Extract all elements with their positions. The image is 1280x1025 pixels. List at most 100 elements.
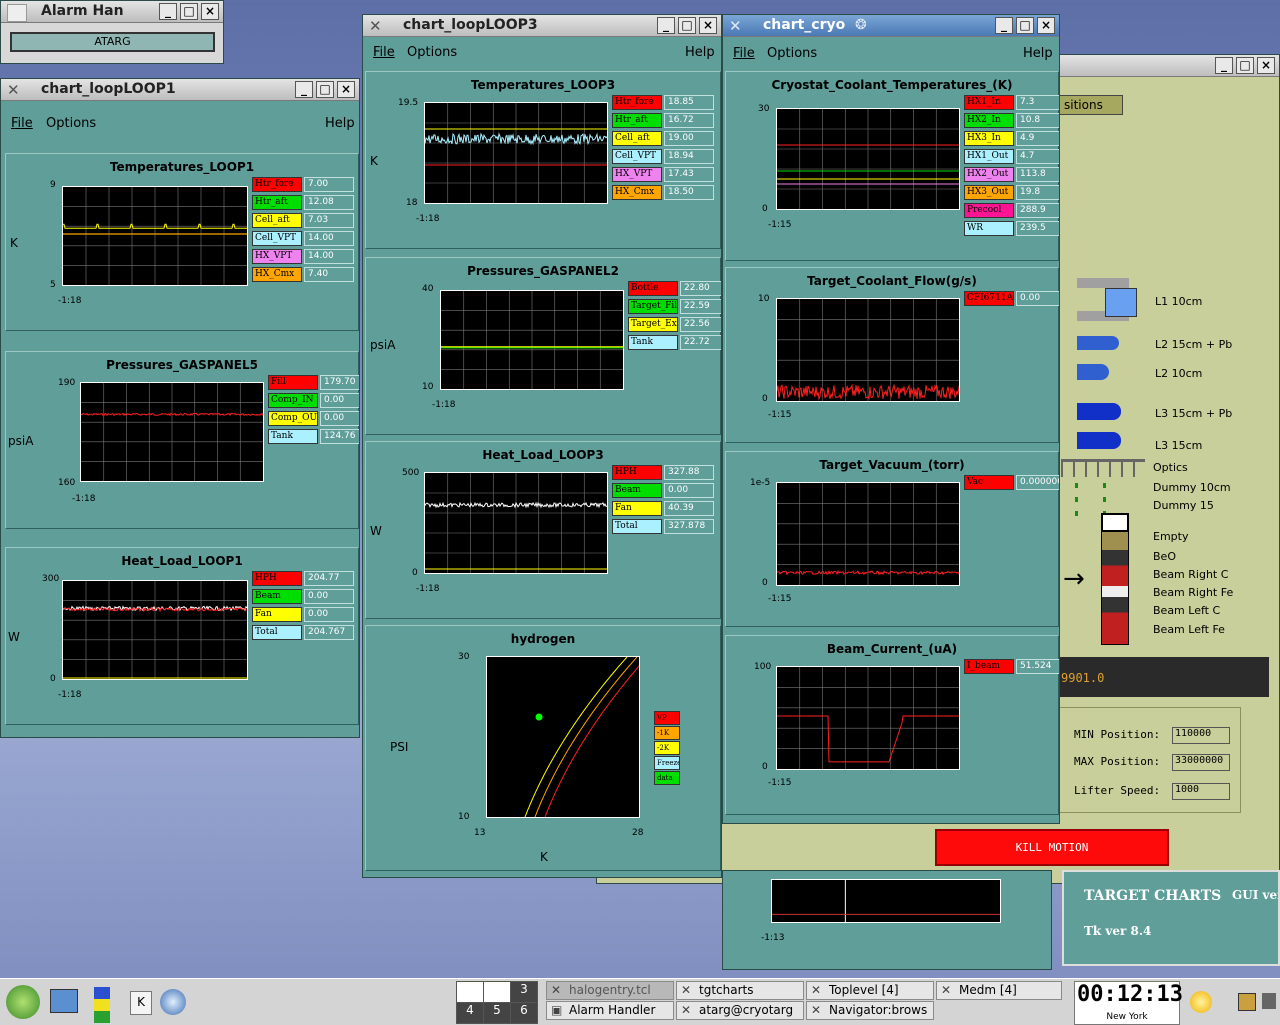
target-cell-l2-15[interactable] bbox=[1077, 336, 1119, 350]
pager-desk-3[interactable]: 3 bbox=[510, 981, 538, 1003]
legend-name[interactable]: Tank bbox=[628, 335, 678, 350]
legend-name[interactable]: Cell_aft bbox=[252, 213, 302, 228]
browser-launcher-icon[interactable] bbox=[160, 989, 186, 1015]
task-atarg-terminal[interactable]: ✕ atarg@cryotarg bbox=[676, 1001, 804, 1020]
legend-name[interactable]: Fan bbox=[252, 607, 302, 622]
legend-name[interactable]: HPH bbox=[252, 571, 302, 586]
pager-desk-6[interactable]: 6 bbox=[510, 1002, 538, 1024]
task-medm[interactable]: ✕ Medm [4] bbox=[936, 981, 1062, 1000]
menu-file[interactable]: File bbox=[733, 46, 755, 61]
legend-name[interactable]: CFI6711A bbox=[964, 291, 1014, 306]
legend-name[interactable]: HX2_In bbox=[964, 113, 1014, 128]
legend-name[interactable]: Comp_IN bbox=[268, 393, 318, 408]
menu-help[interactable]: Help bbox=[685, 45, 715, 60]
legend-name[interactable]: Htr_aft bbox=[252, 195, 302, 210]
target-cell-l3-15pb[interactable] bbox=[1077, 403, 1121, 420]
min-position-field[interactable]: 110000 bbox=[1172, 727, 1230, 744]
max-position-field[interactable]: 33000000 bbox=[1172, 754, 1230, 771]
legend-name[interactable]: HX3_In bbox=[964, 131, 1014, 146]
target-cell-l3-15[interactable] bbox=[1077, 432, 1121, 449]
legend-name[interactable]: Total bbox=[612, 519, 662, 534]
loop1-titlebar[interactable]: ✕ chart_loopLOOP1 _ □ × bbox=[1, 79, 359, 101]
task-navigator[interactable]: ✕ Navigator:brows bbox=[806, 1001, 934, 1020]
legend-name[interactable]: Htr_fore bbox=[612, 95, 662, 110]
legend-name[interactable]: HX_VPT bbox=[252, 249, 302, 264]
pager-desk-2[interactable] bbox=[483, 981, 511, 1003]
legend-name[interactable]: Precool bbox=[964, 203, 1014, 218]
menu-options[interactable]: Options bbox=[767, 46, 817, 61]
pager-desk-5[interactable]: 5 bbox=[483, 1002, 511, 1024]
legend-name[interactable]: HX_Cmx bbox=[612, 185, 662, 200]
legend-name[interactable]: -2K bbox=[654, 741, 680, 755]
legend-name[interactable]: HPH bbox=[612, 465, 662, 480]
minimize-icon[interactable]: _ bbox=[159, 3, 177, 20]
legend-name[interactable]: HX_VPT bbox=[612, 167, 662, 182]
legend-name[interactable]: Cell_VPT bbox=[252, 231, 302, 246]
close-icon[interactable]: × bbox=[337, 81, 355, 98]
maximize-icon[interactable]: □ bbox=[316, 81, 334, 98]
minimize-icon[interactable]: _ bbox=[995, 17, 1013, 34]
positions-button[interactable]: sitions bbox=[1059, 95, 1123, 115]
minimize-icon[interactable]: _ bbox=[295, 81, 313, 98]
legend-name[interactable]: Cell_VPT bbox=[612, 149, 662, 164]
atarg-button[interactable]: ATARG bbox=[10, 32, 215, 52]
menu-help[interactable]: Help bbox=[1023, 46, 1053, 61]
legend-name[interactable]: Fan bbox=[612, 501, 662, 516]
lifter-speed-field[interactable]: 1000 bbox=[1172, 783, 1230, 800]
close-icon[interactable]: × bbox=[699, 17, 717, 34]
legend-name[interactable]: Cell_aft bbox=[612, 131, 662, 146]
weather-icon[interactable] bbox=[1190, 991, 1212, 1013]
legend-name[interactable]: HX3_Out bbox=[964, 185, 1014, 200]
legend-name[interactable]: Target_Fill bbox=[628, 299, 678, 314]
pager-desk-1[interactable] bbox=[456, 981, 484, 1003]
legend-name[interactable]: Fill bbox=[268, 375, 318, 390]
maximize-icon[interactable]: □ bbox=[180, 3, 198, 20]
cryo-titlebar[interactable]: ✕ chart_cryo ❂ _ □ × bbox=[723, 15, 1059, 37]
close-icon[interactable]: × bbox=[1037, 17, 1055, 34]
legend-name[interactable]: I_beam bbox=[964, 659, 1014, 674]
maximize-icon[interactable]: □ bbox=[678, 17, 696, 34]
empty-cell[interactable] bbox=[1101, 513, 1129, 532]
target-cell-l2-10[interactable] bbox=[1077, 364, 1109, 380]
target-cell-l1[interactable] bbox=[1105, 288, 1137, 317]
menu-options[interactable]: Options bbox=[407, 45, 457, 60]
menu-help[interactable]: Help bbox=[325, 116, 355, 131]
legend-name[interactable]: Total bbox=[252, 625, 302, 640]
legend-name[interactable]: Beam bbox=[612, 483, 662, 498]
legend-name[interactable]: Freeze bbox=[654, 756, 680, 770]
close-icon[interactable]: × bbox=[201, 3, 219, 20]
loop3-titlebar[interactable]: ✕ chart_loopLOOP3 _ □ × bbox=[363, 15, 721, 37]
legend-name[interactable]: Beam bbox=[252, 589, 302, 604]
legend-name[interactable]: HX1_Out bbox=[964, 149, 1014, 164]
logout-icon[interactable] bbox=[1262, 993, 1276, 1009]
office-launcher-icon[interactable]: K bbox=[130, 991, 152, 1015]
legend-name[interactable]: WR bbox=[964, 221, 1014, 236]
menu-file[interactable]: File bbox=[373, 45, 395, 60]
legend-name[interactable]: HX1_In bbox=[964, 95, 1014, 110]
terminal-launcher-icon[interactable] bbox=[50, 989, 78, 1013]
legend-name[interactable]: Target_Exh bbox=[628, 317, 678, 332]
lock-icon[interactable] bbox=[1238, 993, 1256, 1011]
legend-name[interactable]: HX2_Out bbox=[964, 167, 1014, 182]
minimize-icon[interactable]: _ bbox=[1215, 57, 1233, 74]
minimize-icon[interactable]: _ bbox=[657, 17, 675, 34]
task-halogentry[interactable]: ✕ halogentry.tcl bbox=[546, 981, 674, 1000]
task-alarm-handler[interactable]: ▣ Alarm Handler bbox=[546, 1001, 674, 1020]
task-toplevel[interactable]: ✕ Toplevel [4] bbox=[806, 981, 934, 1000]
legend-name[interactable]: Htr_aft bbox=[612, 113, 662, 128]
legend-name[interactable]: -1K bbox=[654, 726, 680, 740]
legend-name[interactable]: VP bbox=[654, 711, 680, 725]
maximize-icon[interactable]: □ bbox=[1016, 17, 1034, 34]
legend-name[interactable]: Tank bbox=[268, 429, 318, 444]
kill-motion-button[interactable]: KILL MOTION bbox=[935, 829, 1169, 866]
task-tgtcharts[interactable]: ✕ tgtcharts bbox=[676, 981, 804, 1000]
close-icon[interactable]: × bbox=[1257, 57, 1275, 74]
alarm-titlebar[interactable]: Alarm Han _ □ × bbox=[1, 1, 223, 23]
legend-name[interactable]: data bbox=[654, 771, 680, 785]
legend-name[interactable]: Htr_fore bbox=[252, 177, 302, 192]
menu-file[interactable]: File bbox=[11, 116, 33, 131]
legend-name[interactable]: Bottle bbox=[628, 281, 678, 296]
legend-name[interactable]: HX_Cmx bbox=[252, 267, 302, 282]
legend-name[interactable]: Comp_OUT bbox=[268, 411, 318, 426]
maximize-icon[interactable]: □ bbox=[1236, 57, 1254, 74]
